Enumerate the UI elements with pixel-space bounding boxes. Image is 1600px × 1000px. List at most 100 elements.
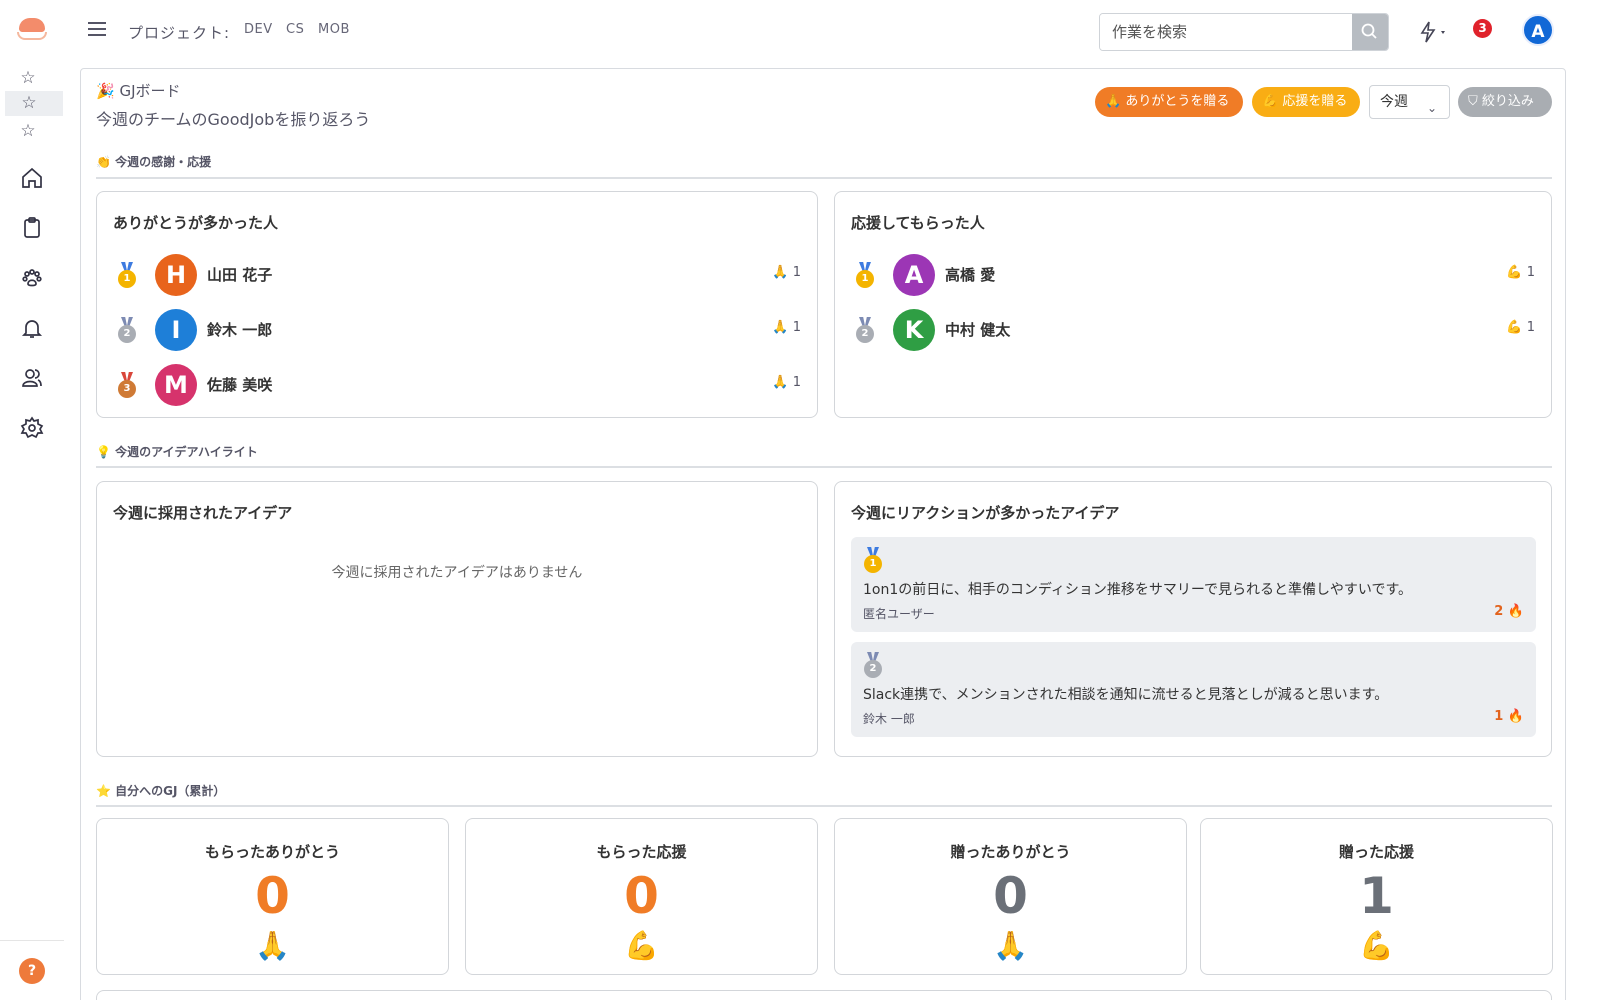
stat-card: もらった応援 0 💪 — [465, 818, 818, 975]
medal-icon: 2 — [863, 652, 883, 678]
stat-value: 0 — [255, 867, 290, 925]
send-thanks-button[interactable]: 🙏 ありがとうを贈る — [1095, 87, 1243, 117]
medal-icon: 1 — [855, 262, 875, 288]
medal-icon: 2 — [117, 317, 137, 343]
card-title: 応援してもらった人 — [851, 214, 985, 232]
period-value: 今週 — [1380, 94, 1408, 110]
menu-icon[interactable] — [88, 22, 106, 38]
favorite-star-icon[interactable]: ☆ — [18, 68, 38, 88]
ranking-row[interactable]: 2 I 鈴木 一郎 🙏 1 — [97, 307, 817, 351]
left-rail: ☆ ☆ ☆ ? — [0, 0, 64, 1000]
section-mine: ⭐ 自分へのGJ（累計） — [96, 784, 226, 798]
home-icon[interactable] — [20, 166, 44, 190]
count-badge: 💪 1 — [1506, 320, 1535, 335]
section-divider — [96, 466, 1552, 468]
card-title: 今週にリアクションが多かったアイデア — [851, 504, 1120, 522]
stat-emoji: 💪 — [624, 929, 659, 962]
bolt-icon — [1420, 21, 1445, 43]
idea-item[interactable]: 1 1on1の前日に、相手のコンディション推移をサマリーで見られると準備しやすいで… — [851, 537, 1536, 632]
bell-icon[interactable] — [20, 316, 44, 340]
person-name: 中村 健太 — [945, 321, 1011, 339]
filter-button[interactable]: ⛉ 絞り込み — [1458, 87, 1552, 117]
project-dev[interactable]: DEV — [244, 22, 273, 37]
filter-label: 絞り込み — [1481, 94, 1534, 109]
page-subtitle: 今週のチームのGoodJobを振り返ろう — [96, 110, 371, 129]
avatar: I — [155, 309, 197, 351]
reaction-ideas-card: 今週にリアクションが多かったアイデア 1 1on1の前日に、相手のコンディション推… — [834, 481, 1552, 757]
send-cheer-button[interactable]: 💪 応援を贈る — [1252, 87, 1360, 117]
idea-author: 匿名ユーザー — [863, 607, 935, 621]
reaction-count: 2 🔥 — [1494, 604, 1524, 619]
stat-value: 0 — [624, 867, 659, 925]
stat-emoji: 💪 — [1359, 929, 1394, 962]
medal-icon: 1 — [117, 262, 137, 288]
app-logo-icon[interactable] — [17, 18, 47, 44]
reaction-count: 1 🔥 — [1494, 709, 1524, 724]
person-name: 高橋 愛 — [945, 266, 996, 284]
thanks-ranking-card: ありがとうが多かった人 1 H 山田 花子 🙏 1 2 I 鈴木 一郎 🙏 1 3 M 佐藤 美咲 🙏… — [96, 191, 818, 418]
section-appreciation: 👏 今週の感謝・応援 — [96, 155, 212, 169]
person-name: 佐藤 美咲 — [207, 376, 273, 394]
stat-emoji: 🙏 — [255, 929, 290, 962]
stat-card: 贈ったありがとう 0 🙏 — [834, 818, 1187, 975]
stat-card: もらったありがとう 0 🙏 — [96, 818, 449, 975]
ranking-row[interactable]: 3 M 佐藤 美咲 🙏 1 — [97, 362, 817, 406]
medal-icon: 3 — [117, 372, 137, 398]
idea-text: Slack連携で、メンションされた相談を通知に流せると見落としが減ると思います。 — [863, 687, 1389, 703]
quick-action-button[interactable] — [1417, 20, 1453, 44]
filter-icon: ⛉ — [1468, 94, 1478, 109]
project-cs[interactable]: CS — [286, 22, 304, 37]
idea-item[interactable]: 2 Slack連携で、メンションされた相談を通知に流せると見落としが減ると思います… — [851, 642, 1536, 737]
project-mob[interactable]: MOB — [318, 22, 350, 37]
medal-icon: 1 — [863, 547, 883, 573]
stat-value: 0 — [993, 867, 1028, 925]
rail-divider — [0, 940, 64, 941]
section-divider — [96, 177, 1552, 179]
card-title: 今週に採用されたアイデア — [113, 504, 293, 522]
ranking-row[interactable]: 1 H 山田 花子 🙏 1 — [97, 252, 817, 296]
person-name: 山田 花子 — [207, 266, 273, 284]
card-title: ありがとうが多かった人 — [113, 214, 279, 232]
period-select[interactable]: 今週 ⌄ — [1369, 85, 1450, 119]
favorite-star-icon[interactable]: ☆ — [5, 91, 63, 116]
count-badge: 💪 1 — [1506, 265, 1535, 280]
avatar: M — [155, 364, 197, 406]
favorite-star-icon[interactable]: ☆ — [18, 121, 38, 141]
page-title: 🎉 GJボード — [96, 82, 181, 100]
empty-message: 今週に採用されたアイデアはありません — [331, 565, 583, 581]
search-box — [1099, 13, 1389, 51]
person-name: 鈴木 一郎 — [207, 321, 273, 339]
medal-icon: 2 — [855, 317, 875, 343]
stat-label: もらったありがとう — [204, 843, 340, 861]
notification-badge[interactable]: 3 — [1473, 19, 1492, 38]
adopted-ideas-card: 今週に採用されたアイデア 今週に採用されたアイデアはありません — [96, 481, 818, 757]
gear-icon[interactable] — [20, 416, 44, 440]
ranking-row[interactable]: 2 K 中村 健太 💪 1 — [835, 307, 1551, 351]
help-icon[interactable]: ? — [19, 958, 45, 984]
user-avatar[interactable]: A — [1522, 14, 1554, 46]
project-label: プロジェクト: — [128, 24, 231, 42]
count-badge: 🙏 1 — [772, 320, 801, 335]
next-card — [96, 990, 1552, 1000]
search-icon — [1361, 23, 1377, 39]
ranking-row[interactable]: 1 A 高橋 愛 💪 1 — [835, 252, 1551, 296]
section-ideas: 💡 今週のアイデアハイライト — [96, 445, 258, 459]
stat-value: 1 — [1359, 867, 1394, 925]
search-button[interactable] — [1352, 14, 1388, 50]
avatar: A — [893, 254, 935, 296]
stat-label: 贈ったありがとう — [950, 843, 1071, 861]
stat-label: もらった応援 — [596, 843, 687, 861]
avatar: H — [155, 254, 197, 296]
idea-text: 1on1の前日に、相手のコンディション推移をサマリーで見られると準備しやすいです… — [863, 582, 1413, 598]
chevron-down-icon: ⌄ — [1426, 101, 1437, 115]
paw-icon[interactable] — [20, 266, 44, 290]
stat-card: 贈った応援 1 💪 — [1200, 818, 1553, 975]
users-icon[interactable] — [20, 366, 44, 390]
count-badge: 🙏 1 — [772, 375, 801, 390]
cheer-ranking-card: 応援してもらった人 1 A 高橋 愛 💪 1 2 K 中村 健太 💪 1 — [834, 191, 1552, 418]
search-input[interactable] — [1100, 14, 1362, 50]
clipboard-icon[interactable] — [20, 216, 44, 240]
count-badge: 🙏 1 — [772, 265, 801, 280]
stat-emoji: 🙏 — [993, 929, 1028, 962]
idea-author: 鈴木 一郎 — [863, 712, 915, 726]
